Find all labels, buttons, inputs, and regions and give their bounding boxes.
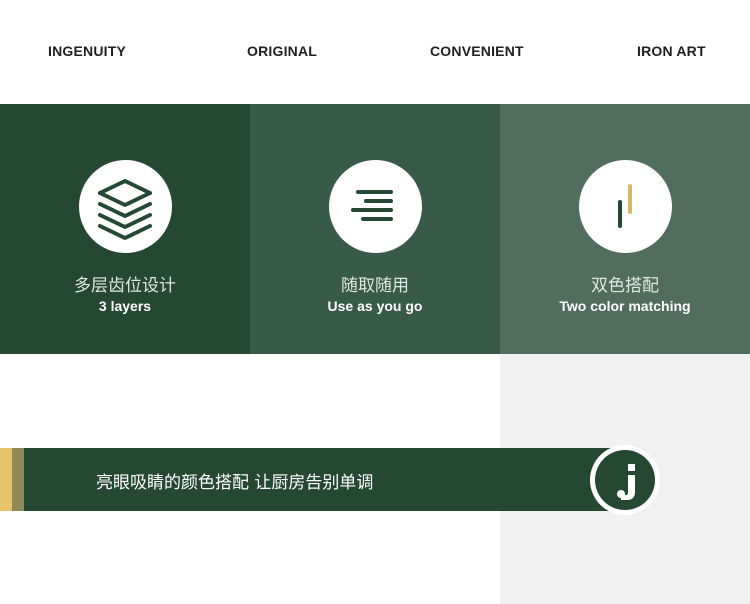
feature-title-en: Use as you go bbox=[327, 298, 423, 314]
accent-stripe-yellow bbox=[0, 448, 12, 511]
feature-panel-layers: 多层齿位设计 3 layers bbox=[0, 104, 250, 354]
feature-title-cn: 双色搭配 bbox=[591, 276, 659, 296]
feature-icon-circle bbox=[329, 160, 422, 253]
feature-panels: 多层齿位设计 3 layers 随取随用 Use as you go 双色搭配 bbox=[0, 104, 750, 354]
nav-item-original[interactable]: ORIGINAL bbox=[247, 43, 317, 59]
two-color-bars-icon bbox=[618, 184, 632, 228]
feature-title-en: Two color matching bbox=[559, 298, 691, 314]
feature-title-en: 3 layers bbox=[98, 298, 152, 314]
banner-slogan: 亮眼吸睛的颜色搭配 让厨房告别单调 bbox=[96, 473, 374, 493]
layers-icon bbox=[98, 179, 152, 240]
slogan-banner: 亮眼吸睛的颜色搭配 让厨房告别单调 bbox=[24, 448, 620, 511]
accent-stripe-olive bbox=[12, 448, 24, 511]
nav-item-ingenuity[interactable]: INGENUITY bbox=[48, 43, 126, 59]
feature-title-cn: 多层齿位设计 bbox=[74, 276, 176, 296]
feature-icon-circle bbox=[79, 160, 172, 253]
nav-item-convenient[interactable]: CONVENIENT bbox=[430, 43, 524, 59]
feature-title-cn: 随取随用 bbox=[341, 276, 409, 296]
brand-logo-badge bbox=[590, 445, 660, 515]
feature-panel-two-color: 双色搭配 Two color matching bbox=[500, 104, 750, 354]
j-logo-icon bbox=[617, 464, 635, 500]
feature-icon-circle bbox=[579, 160, 672, 253]
top-nav: INGENUITY ORIGINAL CONVENIENT IRON ART bbox=[0, 0, 750, 104]
feature-panel-use-as-you-go: 随取随用 Use as you go bbox=[250, 104, 500, 354]
nav-item-iron-art[interactable]: IRON ART bbox=[637, 43, 706, 59]
menu-lines-icon bbox=[351, 190, 393, 221]
